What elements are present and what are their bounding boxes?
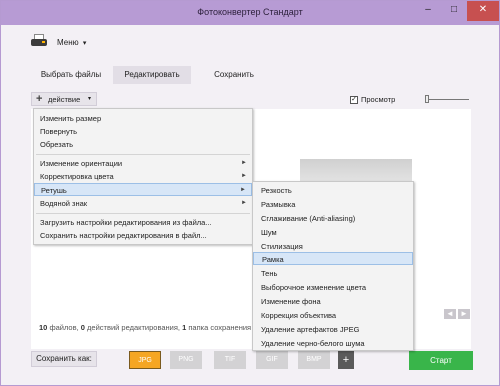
close-button[interactable]: ✕ — [467, 1, 499, 21]
menu-button[interactable]: Меню ▾ — [57, 38, 86, 47]
menu-item-orientation[interactable]: Изменение ориентации ► — [34, 157, 252, 170]
menu-divider — [36, 213, 250, 214]
menu-item-color-correction[interactable]: Корректировка цвета ► — [34, 170, 252, 183]
submenu-item-selective-color[interactable]: Выборочное изменение цвета — [253, 281, 413, 294]
files-label: файлов, — [49, 323, 79, 332]
save-as-label: Сохранить как: — [31, 351, 97, 367]
format-gif-button[interactable]: GIF — [256, 351, 288, 369]
menu-divider — [36, 154, 250, 155]
submenu-item-background-change[interactable]: Изменение фона — [253, 295, 413, 308]
menu-item-watermark[interactable]: Водяной знак ► — [34, 197, 252, 210]
preview-checkbox[interactable]: ✓ — [350, 96, 358, 104]
plus-icon: + — [36, 93, 43, 105]
submenu-item-frame[interactable]: Рамка — [253, 252, 413, 265]
menu-item-crop[interactable]: Обрезать — [34, 138, 252, 151]
submenu-item-shadow[interactable]: Тень — [253, 267, 413, 280]
printer-icon — [31, 34, 47, 48]
add-format-button[interactable]: + — [338, 351, 354, 369]
previous-image-button[interactable]: ◄ — [444, 309, 456, 319]
menu-item-load-settings[interactable]: Загрузить настройки редактирования из фа… — [34, 216, 252, 229]
zoom-slider-track[interactable] — [427, 99, 469, 100]
tab-edit[interactable]: Редактировать — [113, 66, 191, 84]
menu-item-label: Изменение ориентации — [40, 159, 123, 168]
preview-label: Просмотр — [361, 95, 396, 104]
menu-item-label: Корректировка цвета — [40, 172, 114, 181]
start-button[interactable]: Старт — [409, 351, 473, 370]
submenu-item-blur[interactable]: Размывка — [253, 198, 413, 211]
folders-count: 1 — [182, 323, 187, 332]
menu-item-save-settings[interactable]: Сохранить настройки редактирования в фай… — [34, 229, 252, 242]
action-menu: Изменить размер Повернуть Обрезать Измен… — [33, 108, 253, 245]
menu-item-resize[interactable]: Изменить размер — [34, 112, 252, 125]
action-dropdown-button[interactable]: + действие ▾ — [31, 92, 97, 106]
chevron-down-icon: ▾ — [82, 40, 87, 47]
chevron-down-icon: ▾ — [88, 96, 92, 102]
menu-item-rotate[interactable]: Повернуть — [34, 125, 252, 138]
format-bmp-button[interactable]: BMP — [298, 351, 330, 369]
tab-select-files[interactable]: Выбрать файлы — [31, 66, 111, 84]
retouch-submenu: Резкость Размывка Сглаживание (Anti-alia… — [252, 181, 414, 351]
format-tif-button[interactable]: TIF — [214, 351, 246, 369]
actions-label: действий редактирования, — [87, 323, 181, 332]
actions-count: 0 — [80, 323, 85, 332]
folders-label: папка сохранения — [188, 323, 252, 332]
action-label: действие — [48, 95, 81, 104]
maximize-button[interactable]: □ — [441, 1, 467, 21]
submenu-item-antialiasing[interactable]: Сглаживание (Anti-aliasing) — [253, 212, 413, 225]
zoom-slider-thumb[interactable] — [425, 95, 429, 103]
menu-item-label: Водяной знак — [40, 199, 88, 208]
next-image-button[interactable]: ► — [458, 309, 470, 319]
tab-save[interactable]: Сохранить — [203, 66, 265, 84]
files-count: 10 — [39, 323, 48, 332]
menu-item-label: Ретушь — [41, 186, 67, 195]
submenu-item-noise[interactable]: Шум — [253, 226, 413, 239]
chevron-right-icon: ► — [240, 187, 246, 193]
submenu-item-sharpen[interactable]: Резкость — [253, 184, 413, 197]
menu-item-retouch[interactable]: Ретушь ► — [34, 183, 252, 196]
minimize-button[interactable]: – — [415, 1, 441, 21]
submenu-item-bw-noise[interactable]: Удаление черно-белого шума — [253, 337, 413, 350]
app-window: Фотоконвертер Стандарт – □ ✕ Меню ▾ Выбр… — [0, 0, 500, 386]
menu-label: Меню — [57, 38, 79, 47]
format-png-button[interactable]: PNG — [170, 351, 202, 369]
submenu-item-lens-correction[interactable]: Коррекция объектива — [253, 309, 413, 322]
submenu-item-jpeg-artifacts[interactable]: Удаление артефактов JPEG — [253, 323, 413, 336]
chevron-right-icon: ► — [241, 160, 247, 166]
status-bar: 10 файлов, 0 действий редактирования, 1 … — [39, 323, 254, 332]
chevron-right-icon: ► — [241, 173, 247, 179]
format-jpg-button[interactable]: JPG — [129, 351, 161, 369]
chevron-right-icon: ► — [241, 200, 247, 206]
title-bar[interactable]: Фотоконвертер Стандарт – □ ✕ — [1, 1, 499, 25]
